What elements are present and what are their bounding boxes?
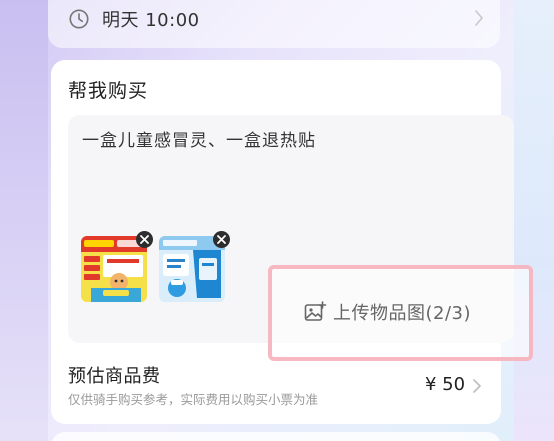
estimated-fee-note: 仅供骑手购买参考，实际费用以购买小票为准 <box>68 392 319 407</box>
purchase-description-text[interactable]: 一盒儿童感冒灵、一盒退热贴 <box>82 126 316 151</box>
delivery-time-row[interactable]: 明天 10:00 <box>68 6 200 32</box>
upload-image-label: 上传物品图(2/3) <box>333 303 472 324</box>
clock-icon <box>69 9 89 29</box>
chevron-right-icon[interactable] <box>472 378 482 394</box>
medicine-box-image <box>81 236 147 302</box>
close-icon <box>217 235 226 244</box>
purchase-title: 帮我购买 <box>68 80 149 102</box>
delivery-time-text: 明天 10:00 <box>102 10 200 31</box>
upload-image-button[interactable]: 上传物品图(2/3) <box>303 296 471 328</box>
chevron-right-icon[interactable] <box>474 9 484 27</box>
estimated-fee-title: 预估商品费 <box>68 366 161 387</box>
remove-image-1-button[interactable] <box>136 231 153 248</box>
remove-image-2-button[interactable] <box>213 231 230 248</box>
estimated-fee-amount[interactable]: ¥ 50 <box>425 374 465 395</box>
background-left-band <box>0 0 48 441</box>
uploaded-image-1[interactable] <box>81 236 147 302</box>
image-upload-icon <box>304 301 327 321</box>
next-card <box>51 432 501 441</box>
background-right-band <box>514 0 554 441</box>
close-icon <box>140 235 149 244</box>
